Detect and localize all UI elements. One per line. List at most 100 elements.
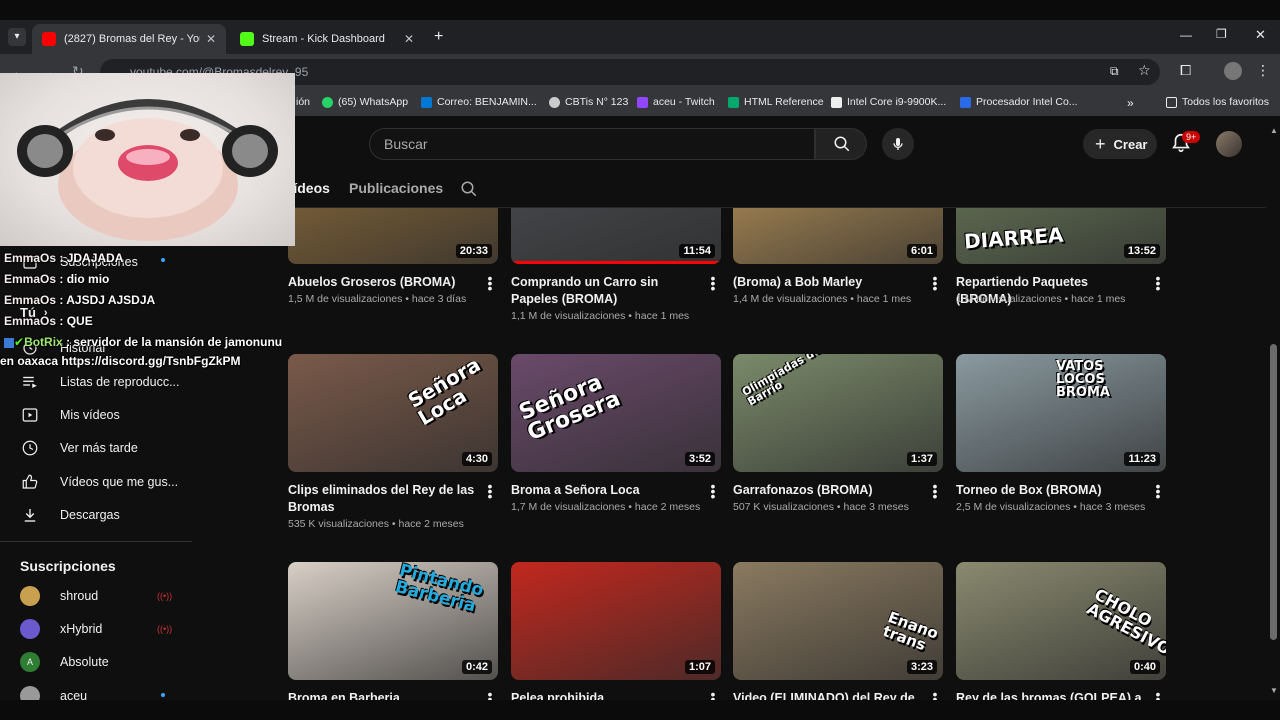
voice-search-button[interactable] xyxy=(882,128,914,160)
video-menu-icon[interactable]: ••• xyxy=(487,271,493,295)
video-card[interactable]: Señora Loca 4:30 Clips eliminados del Rey … xyxy=(288,354,498,544)
video-card[interactable]: Pintando Barberia 0:42 Broma en Barberia • •… xyxy=(288,562,498,700)
video-menu-icon[interactable]: ••• xyxy=(710,271,716,295)
subscription-item-shroud[interactable]: shroud ((•)) xyxy=(0,579,192,612)
sidebar-item-downloads[interactable]: Descargas xyxy=(0,498,192,531)
verified-badge-icon: ✔ xyxy=(14,335,25,349)
video-thumbnail[interactable]: ABUELOS TRANS20:33 xyxy=(288,208,498,264)
video-card[interactable]: VATOS LOCOS BROMA 11:23 Torneo de Box (BRO… xyxy=(956,354,1166,544)
video-thumbnail[interactable]: Señora Loca 4:30 xyxy=(288,354,498,472)
video-title[interactable]: Video (ELIMINADO) del Rey de las xyxy=(733,690,923,700)
bookmark-outlook[interactable]: Correo: BENJAMIN... xyxy=(421,96,537,108)
close-tab-icon[interactable]: ✕ xyxy=(404,32,414,46)
video-card[interactable]: Señora Grosera 3:52 Broma a Señora Loca • • •… xyxy=(511,354,721,544)
create-button[interactable]: + Crear xyxy=(1083,129,1157,159)
video-metadata: 2,5 M de visualizaciones • hace 3 meses xyxy=(956,501,1146,513)
video-thumbnail[interactable]: Olimpiadas del Barrio 1:37 xyxy=(733,354,943,472)
sidebar-item-my-videos[interactable]: Mis vídeos xyxy=(0,398,192,431)
subscription-item-xhybrid[interactable]: xHybrid ((•)) xyxy=(0,612,192,645)
video-card[interactable]: CHOLO AGRESIVO 0:40 Rey de las bromas (GOL… xyxy=(956,562,1166,700)
subscription-name: xHybrid xyxy=(60,621,103,636)
video-card[interactable]: 1:07 Pelea prohibida ••• xyxy=(511,562,721,700)
video-title[interactable]: Torneo de Box (BROMA) xyxy=(956,482,1146,499)
thumbnail-overlay-text: Señora Grosera xyxy=(515,369,624,447)
thumbnail-overlay-text: DIARREA xyxy=(963,222,1065,254)
menu-kebab-icon[interactable]: ⋮ xyxy=(1256,62,1270,79)
bookmark-intel[interactable]: Procesador Intel Co... xyxy=(960,96,1078,108)
subscription-item-absolute[interactable]: A Absolute xyxy=(0,645,192,678)
video-title[interactable]: Clips eliminados del Rey de las Bromas xyxy=(288,482,478,516)
video-title[interactable]: Garrafonazos (BROMA) xyxy=(733,482,923,499)
video-card[interactable]: ABUELOS TRANS20:33 Abuelos Groseros (BROM… xyxy=(288,208,498,336)
video-menu-icon[interactable]: ••• xyxy=(710,479,716,503)
video-title[interactable]: Comprando un Carro sin Papeles (BROMA) xyxy=(511,274,701,308)
video-thumbnail[interactable]: Señora Grosera 3:52 xyxy=(511,354,721,472)
video-menu-icon[interactable]: ••• xyxy=(1155,687,1161,700)
video-menu-icon[interactable]: ••• xyxy=(932,479,938,503)
video-thumbnail[interactable]: ANDO RASTA6:01 xyxy=(733,208,943,264)
sidebar-item-watch-later[interactable]: Ver más tarde xyxy=(0,431,192,464)
video-thumbnail[interactable]: DIARREA 13:52 xyxy=(956,208,1166,264)
bookmark-item[interactable]: ión xyxy=(296,96,310,108)
video-menu-icon[interactable]: ••• xyxy=(487,479,493,503)
channel-search-icon[interactable] xyxy=(460,180,478,198)
bookmark-whatsapp[interactable]: (65) WhatsApp xyxy=(322,96,408,108)
bookmark-cbtis[interactable]: CBTis N° 123 xyxy=(549,96,628,108)
video-card[interactable]: Olimpiadas del Barrio 1:37 Garrafonazos (B… xyxy=(733,354,943,544)
video-thumbnail[interactable]: VATOS LOCOS BROMA 11:23 xyxy=(956,354,1166,472)
video-card[interactable]: Enano trans 3:23 Video (ELIMINADO) del Rey… xyxy=(733,562,943,700)
scrollbar-thumb[interactable] xyxy=(1270,344,1277,640)
video-thumbnail[interactable]: Enano trans 3:23 xyxy=(733,562,943,680)
video-menu-icon[interactable]: ••• xyxy=(932,271,938,295)
restore-icon[interactable]: ❐ xyxy=(1216,27,1227,41)
bookmark-label: HTML Reference xyxy=(744,96,824,108)
bookmark-w3schools[interactable]: HTML Reference xyxy=(728,96,824,108)
page-scrollbar[interactable]: ▲ ▼ xyxy=(1268,124,1280,700)
bookmark-star-icon[interactable]: ☆ xyxy=(1138,62,1151,79)
chat-text: : servidor de la mansión de jamonunu xyxy=(66,335,283,349)
minimize-icon[interactable]: — xyxy=(1180,28,1192,42)
profile-avatar[interactable] xyxy=(1224,62,1242,80)
video-menu-icon[interactable]: ••• xyxy=(1155,479,1161,503)
tab-kick[interactable]: Stream - Kick Dashboard ✕ xyxy=(230,24,424,54)
video-menu-icon[interactable]: ••• xyxy=(932,687,938,700)
scroll-down-icon[interactable]: ▼ xyxy=(1270,686,1278,695)
user-avatar[interactable] xyxy=(1216,131,1242,157)
close-tab-icon[interactable]: ✕ xyxy=(206,32,216,46)
video-card[interactable]: DIARREA 13:52 Repartiendo Paquetes (BROMA)… xyxy=(956,208,1166,336)
extensions-icon[interactable]: ⧠ xyxy=(1180,62,1191,79)
video-card[interactable]: ANDO RASTA6:01 (Broma) a Bob Marley ••• 1,4… xyxy=(733,208,943,336)
tab-posts[interactable]: Publicaciones xyxy=(349,180,443,196)
more-bookmarks-icon[interactable]: » xyxy=(1127,96,1134,110)
close-window-icon[interactable]: ✕ xyxy=(1255,27,1266,43)
video-card[interactable]: 11:54 Comprando un Carro sin Papeles (BRO… xyxy=(511,208,721,336)
search-button[interactable] xyxy=(815,128,867,160)
video-thumbnail[interactable]: 1:07 xyxy=(511,562,721,680)
tab-search-button[interactable]: ▾ xyxy=(8,28,26,46)
new-tab-icon[interactable]: + xyxy=(434,28,443,46)
chat-text: : JDAJADA xyxy=(59,251,124,265)
video-menu-icon[interactable]: ••• xyxy=(1155,271,1161,295)
video-thumbnail[interactable]: 11:54 xyxy=(511,208,721,264)
all-bookmarks-folder[interactable]: Todos los favoritos xyxy=(1166,96,1269,108)
bookmark-twitch[interactable]: aceu - Twitch xyxy=(637,96,715,108)
video-title[interactable]: Abuelos Groseros (BROMA) xyxy=(288,274,478,291)
video-metadata: 1,5 M de visualizaciones • hace 3 días xyxy=(288,293,467,305)
search-input[interactable]: Buscar xyxy=(369,128,815,160)
video-thumbnail[interactable]: Pintando Barberia 0:42 xyxy=(288,562,498,680)
bookmark-amazon[interactable]: Intel Core i9-9900K... xyxy=(831,96,946,108)
sidebar-item-liked[interactable]: Vídeos que me gus... xyxy=(0,465,192,498)
outlook-icon xyxy=(421,96,432,108)
scroll-up-icon[interactable]: ▲ xyxy=(1270,126,1278,135)
video-thumbnail[interactable]: CHOLO AGRESIVO 0:40 xyxy=(956,562,1166,680)
video-title[interactable]: (Broma) a Bob Marley xyxy=(733,274,923,291)
video-duration: 1:37 xyxy=(906,452,937,466)
video-title[interactable]: Broma a Señora Loca xyxy=(511,482,701,499)
tab-youtube[interactable]: (2827) Bromas del Rey - YouTu ✕ xyxy=(32,24,226,54)
video-title[interactable]: Broma en Barberia xyxy=(288,690,478,700)
video-title[interactable]: Pelea prohibida xyxy=(511,690,701,700)
video-menu-icon[interactable]: ••• xyxy=(710,687,716,700)
video-menu-icon[interactable]: ••• xyxy=(487,687,493,700)
video-title[interactable]: Rey de las bromas (GOLPEA) a Fan xyxy=(956,690,1146,700)
cast-icon[interactable]: ⧉ xyxy=(1110,64,1119,79)
